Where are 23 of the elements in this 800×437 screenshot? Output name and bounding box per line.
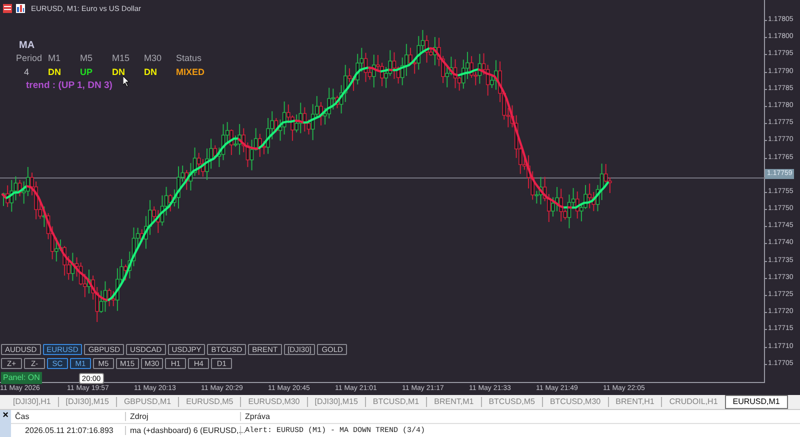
period-value: 4 [23,67,30,77]
trend-summary: trend : (UP 1, DN 3) [26,80,112,91]
log-time: 2026.05.11 21:07:16.893 [11,426,126,435]
column-header: Čas [11,412,126,421]
column-header: M1 [48,53,62,63]
column-header: M5 [80,53,94,63]
column-header: Zdroj [126,412,241,421]
trend-signal: DN [144,67,158,77]
chart-tab[interactable]: BTCUSD,M5 [480,396,542,407]
indicator-title: MA [19,40,36,51]
chart-icon[interactable] [3,4,27,13]
trend-signal: DN [112,67,126,77]
column-header: Status [176,53,203,63]
column-header: Period [16,53,44,63]
trend-signal: DN [48,67,62,77]
trend-status: MIXED [176,67,206,77]
column-header: Zpráva [244,412,270,421]
pointer-icon [123,76,130,87]
panel-toggle[interactable]: Panel: ON [1,372,42,384]
column-header: M30 [144,53,163,63]
column-header: M15 [112,53,131,63]
chart-tab[interactable]: EURUSD,M1 [724,394,788,409]
trend-signal: UP [80,67,94,77]
